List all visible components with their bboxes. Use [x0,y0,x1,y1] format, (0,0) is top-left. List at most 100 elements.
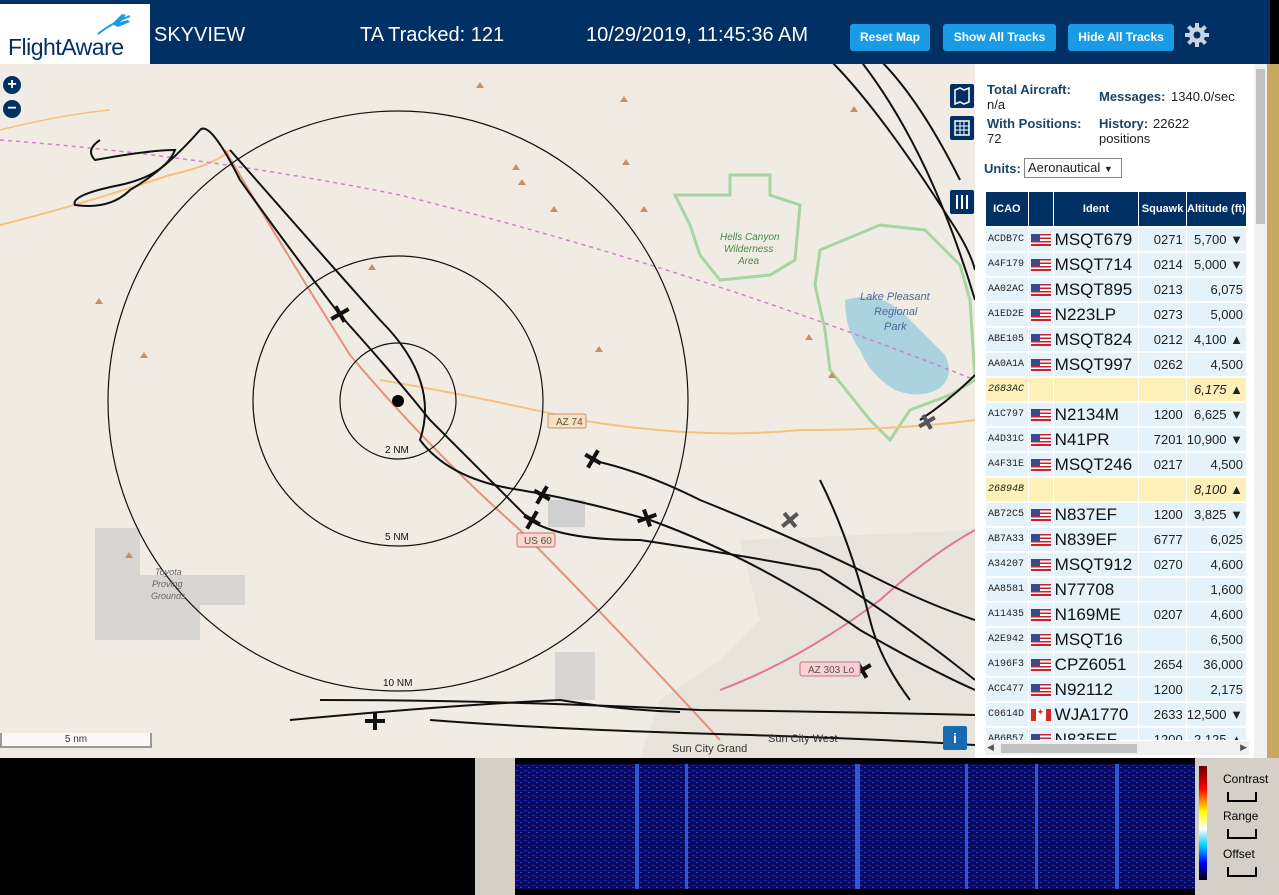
ident-cell: WJA1770 [1053,703,1139,726]
ident-cell: N92112 [1053,678,1139,701]
squawk-cell: 0262 [1139,353,1186,376]
us-flag-icon [1030,658,1051,671]
us-flag-icon [1030,458,1051,471]
table-row[interactable]: A1ED2E N223LP 0273 5,000 [986,303,1246,326]
az303-label: AZ 303 Lo [808,665,855,676]
table-row[interactable]: A4D31C N41PR 7201 10,900 ▼ [986,428,1246,451]
with-positions-label: With Positions: [987,116,1082,131]
flag-cell [1028,328,1053,351]
flag-cell [1028,428,1053,451]
vertical-scroll-thumb[interactable] [1256,69,1265,224]
squawk-cell: 0213 [1139,278,1186,301]
table-row[interactable]: A34207 MSQT912 0270 4,600 [986,553,1246,576]
squawk-cell: 1200 [1139,728,1186,740]
canada-flag-icon [1030,707,1051,721]
squawk-cell: 2654 [1139,653,1186,676]
flag-cell [1028,228,1053,251]
range-slider[interactable] [1227,829,1257,839]
table-row[interactable]: AB6B57 N835EF 1200 2,125 ▲ [986,728,1246,740]
table-row[interactable]: A4F179 MSQT714 0214 5,000 ▼ [986,253,1246,276]
svg-text:Area: Area [737,256,760,267]
icao-cell: A4D31C [986,428,1028,451]
ident-cell: MSQT824 [1053,328,1139,351]
grid-toggle-icon[interactable] [950,116,974,140]
col-flag[interactable] [1028,192,1053,226]
table-row[interactable]: ABE105 MSQT824 0212 4,100 ▲ [986,328,1246,351]
settings-gear-icon[interactable] [1184,22,1210,48]
table-row[interactable]: AA0A1A MSQT997 0262 4,500 [986,353,1246,376]
table-row[interactable]: C0614D WJA1770263312,500 ▼ [986,703,1246,726]
altitude-cell: 12,500 ▼ [1186,703,1246,726]
columns-toggle-icon[interactable] [950,190,974,214]
icao-cell: A2E942 [986,628,1028,651]
us-flag-icon [1030,283,1051,296]
us-flag-icon [1030,733,1051,740]
flightaware-logo[interactable]: FlightAware [0,4,150,64]
show-all-tracks-button[interactable]: Show All Tracks [943,24,1056,51]
hells-canyon-label: Hells Canyon [720,232,780,243]
squawk-cell: 0214 [1139,253,1186,276]
spectrum-waterfall [515,764,1195,889]
horizontal-scroll-thumb[interactable] [1001,744,1137,753]
table-row[interactable]: AB7A33 N839EF 6777 6,025 [986,528,1246,551]
table-row[interactable]: A1C797 N2134M 1200 6,625 ▼ [986,403,1246,426]
dropdown-arrow-icon: ▼ [1103,164,1113,174]
col-squawk[interactable]: Squawk [1139,192,1186,226]
icao-cell: A4F31E [986,453,1028,476]
us-flag-icon [1030,333,1051,346]
reset-map-button[interactable]: Reset Map [850,24,930,51]
table-row[interactable]: 2683AC 6,175 ▲ [986,378,1246,401]
icao-cell: ACC477 [986,678,1028,701]
logo-text: FlightAware [8,34,124,60]
total-aircraft-label: Total Aircraft: [987,82,1071,97]
table-row[interactable]: A196F3 CPZ6051 2654 36,000 [986,653,1246,676]
altitude-cell: 1,600 [1186,578,1246,601]
table-row[interactable]: AA8581 N77708 1,600 [986,578,1246,601]
table-row[interactable]: ACDB7C MSQT679 0271 5,700 ▼ [986,228,1246,251]
scroll-right-icon[interactable]: ▶ [1240,742,1247,753]
table-row[interactable]: A2E942 MSQT16 6,500 [986,628,1246,651]
table-row[interactable]: 26894B 8,100 ▲ [986,478,1246,501]
horizontal-scrollbar[interactable]: ◀ ▶ [985,741,1249,755]
units-select[interactable]: Aeronautical ▼ [1024,158,1122,178]
us-flag-icon [1030,258,1051,271]
table-row[interactable]: AB72C5 N837EF 1200 3,825 ▼ [986,503,1246,526]
flag-cell [1028,478,1053,501]
table-row[interactable]: ACC477 N92112 1200 2,175 [986,678,1246,701]
squawk-cell: 1200 [1139,403,1186,426]
ident-cell: N835EF [1053,728,1139,740]
table-row[interactable]: AA02AC MSQT895 0213 6,075 [986,278,1246,301]
col-ident[interactable]: Ident [1053,192,1139,226]
offset-slider[interactable] [1227,867,1257,877]
squawk-cell: 0207 [1139,603,1186,626]
altitude-cell: 4,600 [1186,603,1246,626]
scroll-left-icon[interactable]: ◀ [987,742,994,753]
flag-cell [1028,403,1053,426]
squawk-cell [1139,378,1186,401]
flag-cell [1028,703,1053,726]
col-icao[interactable]: ICAO [986,192,1028,226]
squawk-cell: 1200 [1139,678,1186,701]
us-flag-icon [1030,433,1051,446]
us-flag-icon [1030,558,1051,571]
us-flag-icon [1030,683,1051,696]
ring-label-2nm: 2 NM [385,445,409,456]
altitude-cell: 5,000 ▼ [1186,253,1246,276]
altitude-cell: 2,125 ▲ [1186,728,1246,740]
hide-all-tracks-button[interactable]: Hide All Tracks [1068,24,1174,51]
offset-label: Offset [1223,847,1255,861]
table-row[interactable]: A4F31E MSQT246 0217 4,500 [986,453,1246,476]
map-view[interactable]: 2 NM 5 NM 10 NM Hells Canyon Wilderness … [0,64,975,758]
table-row[interactable]: A11435 N169ME 0207 4,600 [986,603,1246,626]
altitude-cell: 3,825 ▼ [1186,503,1246,526]
zoom-out-button[interactable]: − [3,100,21,118]
spectrum-frame [475,758,515,895]
col-altitude[interactable]: Altitude (ft) [1186,192,1246,226]
vertical-scrollbar[interactable] [1254,64,1267,758]
info-button[interactable]: i [943,726,967,750]
contrast-slider[interactable] [1227,792,1257,802]
squawk-cell: 0270 [1139,553,1186,576]
map-layers-icon[interactable] [950,84,974,108]
zoom-in-button[interactable]: + [3,76,21,94]
flag-cell [1028,353,1053,376]
